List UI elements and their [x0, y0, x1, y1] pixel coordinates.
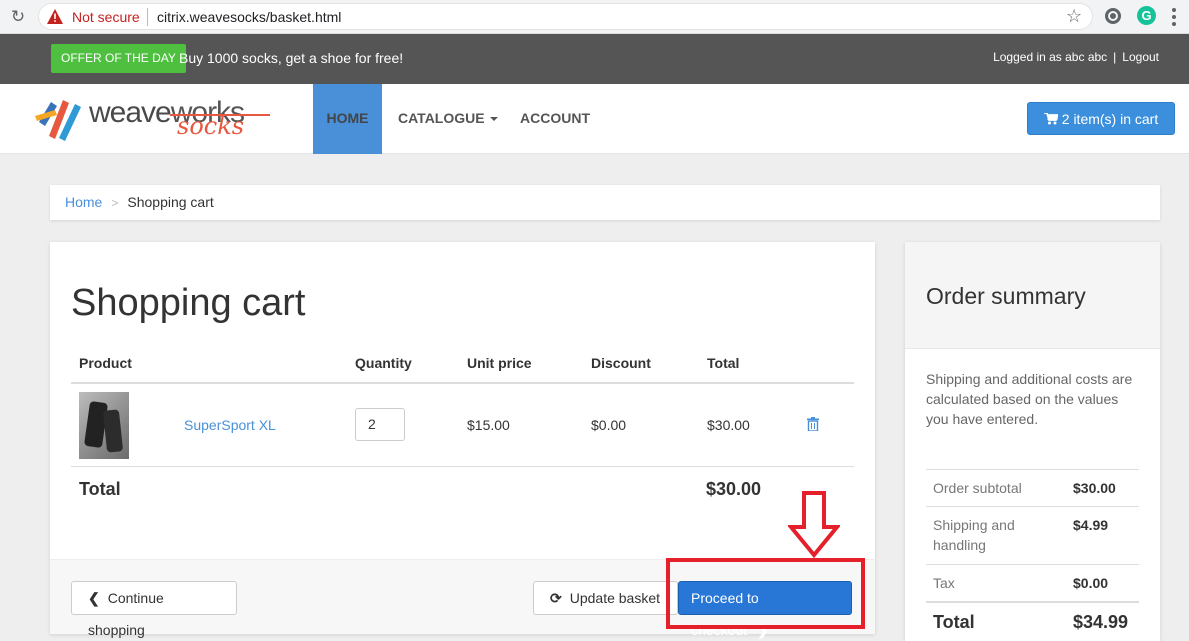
security-label[interactable]: Not secure: [72, 9, 140, 25]
warning-icon: [47, 9, 63, 24]
logo-socks: socks: [177, 112, 245, 140]
breadcrumb-current: Shopping cart: [127, 194, 214, 210]
caret-down-icon: [489, 117, 498, 122]
summary-row: Order subtotal $30.00: [926, 469, 1139, 506]
update-basket-button[interactable]: ⟳ Update basket: [533, 581, 678, 615]
total-value: $30.00: [706, 479, 762, 499]
refresh-icon: ⟳: [550, 590, 562, 606]
logout-link[interactable]: Logout: [1122, 50, 1159, 64]
offer-badge[interactable]: OFFER OF THE DAY: [51, 44, 186, 73]
header-quantity: Quantity: [355, 355, 412, 371]
header-discount: Discount: [591, 355, 651, 371]
header-unit-price: Unit price: [467, 355, 532, 371]
nav-catalogue[interactable]: CATALOGUE: [398, 84, 498, 154]
offer-bar: OFFER OF THE DAY Buy 1000 socks, get a s…: [0, 34, 1189, 84]
grammarly-extension-icon[interactable]: G: [1137, 6, 1156, 25]
row-divider: [71, 466, 854, 467]
line-total: $30.00: [707, 417, 750, 433]
address-bar[interactable]: Not secure citrix.weavesocks/basket.html…: [38, 3, 1093, 30]
logo-mark-icon: [35, 100, 81, 141]
cart-button[interactable]: 2 item(s) in cart: [1027, 102, 1175, 135]
login-status: Logged in as abc abc | Logout: [993, 50, 1159, 64]
unit-price: $15.00: [467, 417, 510, 433]
summary-row: Tax $0.00: [926, 564, 1139, 601]
breadcrumb: Home > Shopping cart: [50, 185, 1160, 220]
url-text[interactable]: citrix.weavesocks/basket.html: [157, 9, 341, 25]
cart-label: 2 item(s) in cart: [1061, 111, 1159, 127]
summary-value: $0.00: [1073, 575, 1109, 591]
summary-total-row: Total $34.99: [926, 601, 1139, 641]
shopping-cart-panel: Shopping cart Product Quantity Unit pric…: [50, 242, 875, 638]
chevron-left-icon: ❮: [88, 590, 100, 606]
update-basket-label: Update basket: [569, 590, 661, 606]
discount-value: $0.00: [591, 417, 627, 433]
shopping-cart-icon: [1043, 112, 1060, 125]
order-summary-panel: Order summary Shipping and additional co…: [905, 242, 1160, 641]
total-label: Total: [79, 479, 121, 499]
summary-label: Tax: [933, 575, 955, 591]
browser-toolbar: ↻ Not secure citrix.weavesocks/basket.ht…: [0, 0, 1189, 34]
reload-icon[interactable]: ↻: [8, 7, 28, 27]
cart-footer: ❮ Continue shopping ⟳ Update basket Procee…: [50, 559, 875, 638]
summary-total-label: Total: [933, 612, 975, 632]
product-link[interactable]: SuperSport XL: [184, 417, 276, 433]
summary-label: Order subtotal: [933, 480, 1022, 496]
login-separator: |: [1113, 50, 1117, 64]
order-summary-title: Order summary: [926, 283, 1086, 309]
breadcrumb-separator: >: [111, 196, 119, 210]
continue-shopping-button[interactable]: ❮ Continue shopping: [71, 581, 237, 638]
order-summary-header: Order summary: [905, 242, 1160, 349]
summary-value: $30.00: [1073, 480, 1116, 496]
summary-row: Shipping and handling $4.99: [926, 506, 1139, 564]
weaveworks-socks-logo[interactable]: weaveworks socks: [35, 92, 275, 144]
browser-menu-icon[interactable]: [1172, 8, 1176, 26]
chevron-right-icon: ❯: [757, 622, 769, 638]
breadcrumb-home[interactable]: Home: [65, 194, 102, 210]
address-divider: [147, 8, 148, 26]
summary-total-value: $34.99: [1073, 612, 1129, 632]
nav-catalogue-label: CATALOGUE: [398, 110, 485, 126]
offer-text: Buy 1000 socks, get a shoe for free!: [179, 50, 404, 66]
extension-circle-icon[interactable]: [1105, 8, 1121, 24]
trash-icon[interactable]: [807, 417, 819, 431]
header-divider: [71, 382, 854, 384]
nav-home[interactable]: HOME: [313, 84, 382, 154]
summary-value: $4.99: [1073, 517, 1109, 533]
bookmark-star-icon[interactable]: ☆: [1066, 6, 1082, 27]
page-title: Shopping cart: [71, 282, 306, 324]
nav-account[interactable]: ACCOUNT: [520, 84, 590, 154]
quantity-input[interactable]: 2: [355, 408, 405, 441]
checkout-label: Proceed to checkout: [691, 590, 759, 638]
logo-weave: weave: [89, 96, 172, 129]
main-navbar: weaveworks socks HOME CATALOGUE ACCOUNT …: [0, 84, 1189, 154]
header-product: Product: [79, 355, 132, 371]
product-thumbnail[interactable]: [79, 392, 129, 459]
proceed-to-checkout-button[interactable]: Proceed to checkout ❯: [678, 581, 852, 638]
header-total: Total: [707, 355, 740, 371]
logged-in-link[interactable]: Logged in as abc abc: [993, 50, 1107, 64]
summary-note: Shipping and additional costs are calcul…: [926, 371, 1133, 427]
summary-label: Shipping and handling: [933, 517, 1015, 553]
